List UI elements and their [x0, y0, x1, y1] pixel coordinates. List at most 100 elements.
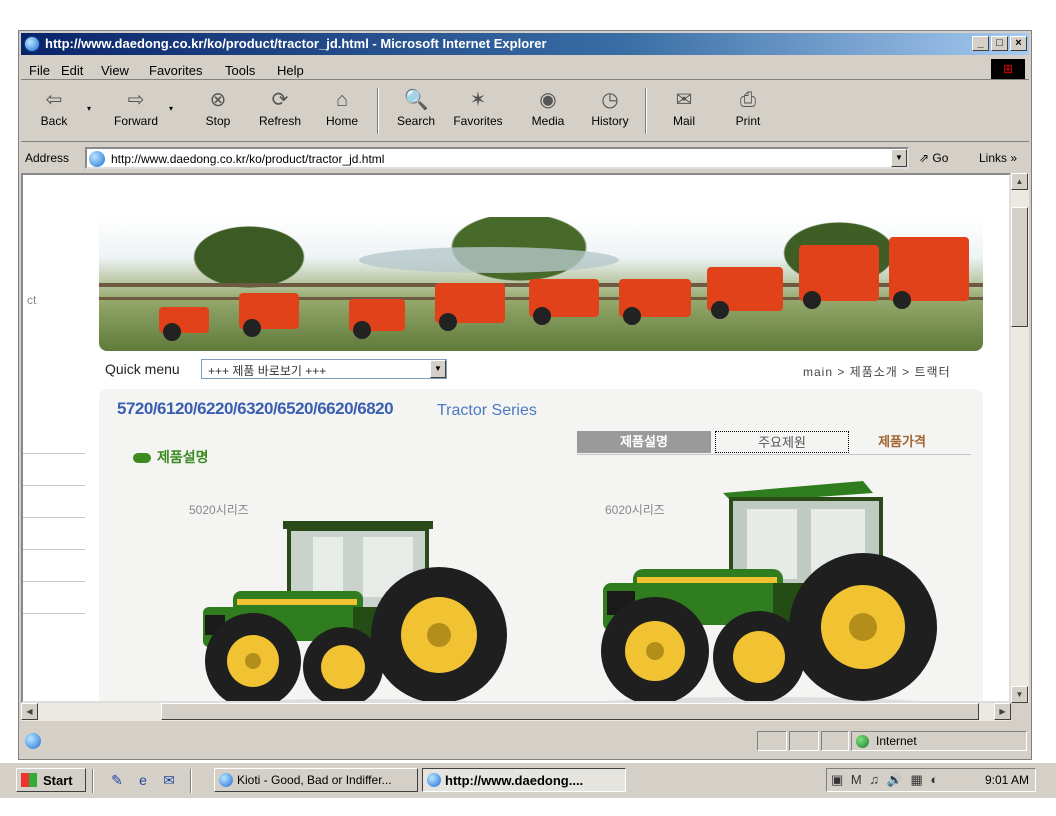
windows-throbber-icon: ⊞	[991, 59, 1025, 79]
ie-shortcut-icon[interactable]: e	[134, 771, 152, 789]
toolbar-separator	[377, 88, 379, 134]
system-tray: ▣ M ♫ 🔊 ▦ ◐ 9:01 AM	[826, 768, 1036, 792]
start-button[interactable]: Start	[16, 768, 86, 792]
tab-product-description[interactable]: 제품설명	[577, 431, 711, 453]
tractor-lineup-banner	[99, 217, 983, 351]
back-button[interactable]: ⇦ Back ▾	[25, 86, 91, 138]
search-button[interactable]: 🔍 Search	[387, 86, 445, 138]
favorites-star-icon: ✶	[469, 89, 487, 111]
series-title: Tractor Series	[437, 402, 537, 419]
address-input[interactable]: http://www.daedong.co.kr/ko/product/trac…	[85, 147, 909, 169]
clock[interactable]: 9:01 AM	[985, 773, 1029, 787]
taskbar: Start ✎ e ✉ Kioti - Good, Bad or Indiffe…	[0, 762, 1056, 798]
stop-button[interactable]: ⊗ Stop	[189, 86, 247, 138]
scroll-down-arrow-icon[interactable]: ▼	[1011, 686, 1028, 703]
go-button[interactable]: ⇗ Go	[919, 151, 948, 165]
page-viewport: ct Quick menu +++ 제품 바로보기 +++ ▼ main > 제…	[21, 173, 1011, 703]
banner-tractor	[435, 283, 505, 331]
page-icon	[89, 151, 105, 167]
address-label: Address	[25, 151, 70, 165]
status-pane	[821, 731, 849, 751]
tab-specifications[interactable]: 주요제원	[715, 431, 849, 453]
horizontal-scroll-thumb[interactable]	[161, 703, 979, 720]
favorites-button[interactable]: ✶ Favorites	[449, 86, 507, 138]
history-icon: ◷	[601, 89, 619, 111]
tray-icons[interactable]: ▣ M ♫ 🔊 ▦ ◐	[831, 772, 940, 788]
forward-button[interactable]: ⇨ Forward ▾	[107, 86, 173, 138]
page-status-icon	[25, 733, 41, 749]
vertical-scrollbar[interactable]: ▲ ▼	[1011, 173, 1029, 703]
printer-icon: ⎙	[740, 89, 756, 111]
refresh-icon: ⟳	[271, 89, 289, 111]
ie-page-icon	[427, 773, 441, 787]
address-bar: Address http://www.daedong.co.kr/ko/prod…	[21, 145, 1029, 171]
minimize-button[interactable]: _	[972, 36, 989, 51]
left-nav-divider	[23, 549, 85, 550]
home-button[interactable]: ⌂ Home	[313, 86, 371, 138]
menu-favorites[interactable]: Favorites	[149, 63, 202, 78]
menu-tools[interactable]: Tools	[225, 63, 255, 78]
banner-tractor	[889, 237, 969, 309]
close-button[interactable]: ×	[1010, 36, 1027, 51]
vertical-scroll-thumb[interactable]	[1011, 207, 1028, 327]
maximize-button[interactable]: □	[991, 36, 1008, 51]
media-icon: ◉	[539, 89, 557, 111]
history-button[interactable]: ◷ History	[581, 86, 639, 138]
menu-file[interactable]: File	[29, 63, 50, 78]
left-nav-divider	[23, 517, 85, 518]
task-daedong[interactable]: http://www.daedong....	[422, 768, 626, 792]
outlook-shortcut-icon[interactable]: ✉	[160, 771, 178, 789]
banner-tractor	[349, 299, 405, 339]
status-pane	[789, 731, 819, 751]
address-url[interactable]: http://www.daedong.co.kr/ko/product/trac…	[111, 152, 384, 166]
banner-tractor	[707, 267, 783, 319]
taskbar-separator	[190, 769, 192, 793]
ie-logo-icon	[24, 36, 40, 52]
windows-logo-icon	[21, 773, 37, 787]
media-button[interactable]: ◉ Media	[519, 86, 577, 138]
security-zone: Internet	[851, 731, 1027, 751]
title-bar[interactable]: http://www.daedong.co.kr/ko/product/trac…	[21, 33, 1029, 55]
breadcrumb[interactable]: main > 제품소개 > 트랙터	[803, 363, 951, 380]
chevron-down-icon[interactable]: ▼	[430, 360, 446, 378]
address-dropdown-button[interactable]: ▼	[891, 149, 907, 167]
task-kioti[interactable]: Kioti - Good, Bad or Indiffer...	[214, 768, 418, 792]
back-arrow-icon: ⇦	[45, 89, 63, 111]
tab-price[interactable]: 제품가격	[835, 431, 969, 453]
banner-tractor	[529, 279, 599, 325]
section-bullet-icon	[133, 453, 151, 464]
status-bar: Internet	[21, 729, 1029, 753]
menu-bar: File Edit View Favorites Tools Help ⊞	[21, 58, 1029, 80]
links-button[interactable]: Links »	[979, 151, 1017, 165]
desktop-shortcut-icon[interactable]: ✎	[108, 771, 126, 789]
tractor-6020-image	[601, 481, 937, 701]
scroll-left-arrow-icon[interactable]: ◀	[21, 703, 38, 720]
product-tabs: 제품설명 주요제원 제품가격	[577, 431, 971, 455]
left-nav-divider	[23, 485, 85, 486]
mail-button[interactable]: ✉ Mail	[655, 86, 713, 138]
scroll-right-arrow-icon[interactable]: ▶	[994, 703, 1011, 720]
left-nav-divider	[23, 453, 85, 454]
taskbar-separator	[92, 769, 94, 793]
banner-tractor	[159, 307, 209, 341]
home-icon: ⌂	[335, 89, 349, 111]
internet-globe-icon	[856, 735, 869, 748]
back-dropdown-icon[interactable]: ▾	[87, 104, 91, 113]
menu-view[interactable]: View	[101, 63, 129, 78]
section-title: 제품설명	[133, 447, 209, 467]
print-button[interactable]: ⎙ Print	[719, 86, 777, 138]
left-nav-fragment: ct	[27, 293, 37, 307]
model-list-title: 5720/6120/6220/6320/6520/6620/6820	[117, 399, 394, 418]
ie-window: http://www.daedong.co.kr/ko/product/trac…	[18, 30, 1032, 760]
horizontal-scrollbar[interactable]: ◀ ▶	[21, 703, 1011, 721]
forward-dropdown-icon[interactable]: ▾	[169, 104, 173, 113]
forward-arrow-icon: ⇨	[127, 89, 145, 111]
mail-icon: ✉	[675, 89, 693, 111]
menu-edit[interactable]: Edit	[61, 63, 83, 78]
menu-help[interactable]: Help	[277, 63, 304, 78]
refresh-button[interactable]: ⟳ Refresh	[251, 86, 309, 138]
tractor-5020-image	[203, 521, 507, 701]
status-pane	[757, 731, 787, 751]
quick-menu-select[interactable]: +++ 제품 바로보기 +++ ▼	[201, 359, 447, 379]
scroll-up-arrow-icon[interactable]: ▲	[1011, 173, 1028, 190]
